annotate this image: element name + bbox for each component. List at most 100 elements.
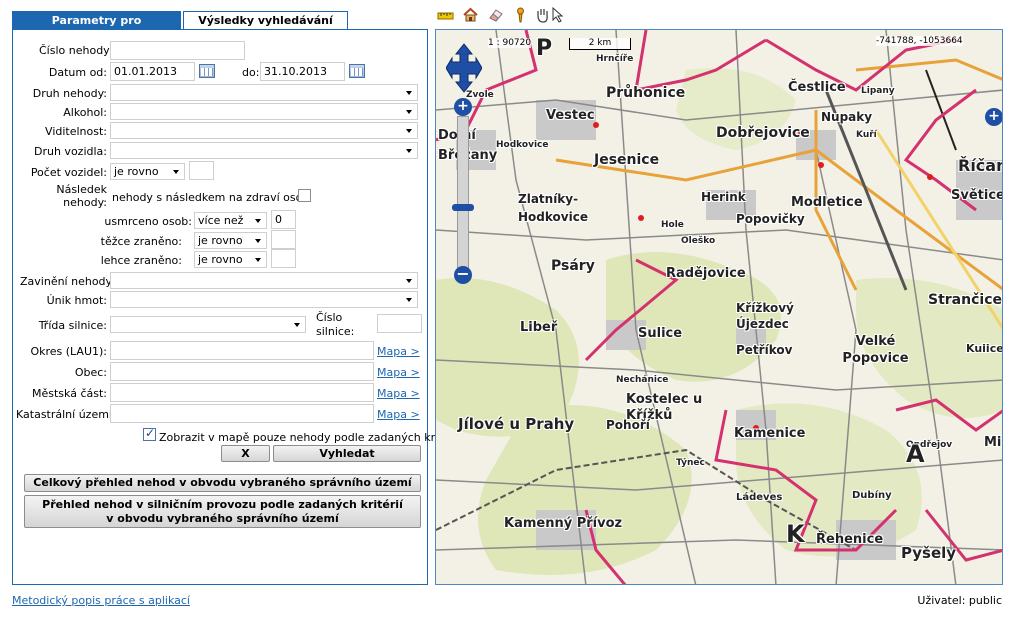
pocet-vozidel-select[interactable]: je rovno (110, 163, 185, 180)
map-place-petrikov: Petříkov (736, 343, 793, 357)
zobrazit-checkbox[interactable] (143, 426, 156, 441)
pocet-vozidel-input[interactable] (189, 161, 214, 180)
katastralni-label: Katastrální území: (16, 408, 116, 421)
overview-button[interactable]: Celkový přehled nehod v obvodu vybraného… (24, 474, 421, 492)
viditelnost-label: Viditelnost: (45, 125, 107, 138)
layer-switcher-icon[interactable]: + (985, 108, 1002, 126)
mestska-cast-label: Městská část: (32, 387, 107, 400)
zoom-out-icon[interactable]: − (454, 266, 472, 284)
nasledek-checkbox[interactable] (298, 189, 311, 202)
druh-nehody-select[interactable] (110, 84, 418, 101)
usmrceno-select[interactable]: více než (194, 212, 267, 229)
cislo-silnice-input[interactable] (377, 314, 422, 333)
pocet-vozidel-label: Počet vozidel: (30, 166, 107, 179)
tezce-count-input[interactable] (271, 230, 296, 249)
map-place-hole: Hole (661, 220, 684, 230)
mestska-cast-input[interactable] (110, 383, 374, 402)
obec-label: Obec: (74, 366, 107, 379)
katastralni-input[interactable] (110, 404, 374, 423)
map-place-krizkovy-ujezdec: Křížkový Újezdec (736, 301, 794, 331)
map-place-rehenice: Řehenice (816, 532, 884, 547)
viditelnost-select[interactable] (110, 122, 418, 139)
zoom-in-icon[interactable]: + (454, 98, 472, 116)
ruler-icon[interactable] (437, 6, 454, 23)
alkohol-select[interactable] (110, 103, 418, 120)
tezce-select[interactable]: je rovno (194, 232, 267, 249)
map-scale-ratio: 1 : 90720 (488, 38, 532, 48)
map-place-mi: Mi (984, 435, 1002, 450)
map-place-svetice: Světice (951, 188, 1003, 203)
lehce-count-input[interactable] (271, 249, 296, 268)
usmrceno-label: usmrceno osob: (104, 215, 192, 228)
nasledek-label-1: Následek (56, 183, 107, 196)
user-info: Uživatel: public (917, 594, 1002, 607)
okres-input[interactable] (110, 341, 374, 360)
alkohol-label: Alkohol: (63, 106, 107, 119)
datum-od-label: Datum od: (48, 66, 107, 79)
map-place-kamenice: Kamenice (734, 426, 806, 441)
home-icon[interactable] (462, 6, 479, 23)
datum-do-input[interactable]: 31.10.2013 (260, 62, 345, 81)
map-view[interactable]: Průhonice Čestlice Vestec Dobřejovice Nu… (435, 29, 1003, 585)
calendar-do-icon[interactable] (349, 64, 365, 78)
map-place-cestlice: Čestlice (788, 80, 846, 95)
map-place-pohori: Pohoří (606, 418, 650, 432)
trida-silnice-select[interactable] (110, 316, 306, 333)
lehce-label: lehce zraněno: (100, 254, 182, 267)
unik-hmot-label: Únik hmot: (46, 294, 107, 307)
clear-button[interactable]: X (221, 445, 270, 462)
map-place-kuri: Kuří (856, 130, 877, 140)
map-place-strancice: Strančice (928, 292, 1002, 308)
cislo-nehody-input[interactable] (110, 41, 245, 60)
map-pan-control[interactable] (446, 42, 482, 94)
katastralni-mapa-link[interactable]: Mapa > (377, 408, 420, 421)
overview-filtered-line1: Přehled nehod v silničním provozu podle … (42, 498, 403, 511)
druh-vozidla-select[interactable] (110, 142, 418, 159)
calendar-od-icon[interactable] (199, 64, 215, 78)
methodology-link[interactable]: Metodický popis práce s aplikací (12, 594, 190, 607)
tab-search-results[interactable]: Výsledky vyhledávání (183, 11, 348, 30)
zavineni-label: Zavinění nehody: (20, 275, 115, 288)
nasledek-label-2: nehody: (63, 196, 107, 209)
tab-search-params[interactable]: Parametry pro vyhledávání (12, 11, 181, 44)
lehce-select[interactable]: je rovno (194, 251, 267, 268)
map-place-kamenny-privoz: Kamenný Přívoz (504, 516, 623, 531)
datum-do-label: do: (242, 66, 260, 79)
usmrceno-count-input[interactable]: 0 (271, 210, 296, 229)
overview-filtered-button[interactable]: Přehled nehod v silničním provozu podle … (24, 495, 421, 528)
datum-od-input[interactable]: 01.01.2013 (110, 62, 195, 81)
map-place-zlatniky: Zlatníky-Hodkovice (518, 192, 588, 224)
eraser-icon[interactable] (487, 6, 504, 23)
map-place-jilove: Jílové u Prahy (458, 415, 575, 433)
search-button[interactable]: Vyhledat (273, 445, 421, 462)
nasledek-checkbox-label: nehody s následkem na zdraví osob (112, 191, 310, 204)
map-place-hodkovice: Hodkovice (496, 140, 549, 150)
map-place-dobrejovice: Dobřejovice (716, 125, 810, 141)
map-place-popovicky: Popovičky (736, 212, 805, 226)
map-letter-a: A (906, 440, 925, 468)
map-place-lipany: Lipany (861, 86, 895, 96)
druh-vozidla-label: Druh vozidla: (34, 145, 107, 158)
map-place-nechanice: Nechánice (616, 375, 669, 385)
zoom-slider[interactable] (457, 116, 469, 274)
zoom-slider-handle[interactable] (452, 204, 474, 211)
map-place-olesko: Oleško (681, 236, 716, 246)
map-place-pruhonice: Průhonice (606, 85, 686, 101)
info-pin-icon[interactable] (512, 6, 529, 23)
select-arrow-icon[interactable] (549, 6, 566, 23)
map-place-jesenice: Jesenice (594, 152, 660, 168)
zavineni-select[interactable] (110, 272, 418, 289)
map-place-psary: Psáry (551, 258, 595, 274)
mestska-cast-mapa-link[interactable]: Mapa > (377, 387, 420, 400)
map-place-tynec: Týnec (676, 458, 705, 468)
obec-mapa-link[interactable]: Mapa > (377, 366, 420, 379)
druh-nehody-label: Druh nehody: (32, 87, 107, 100)
obec-input[interactable] (110, 362, 374, 381)
map-place-sulice: Sulice (638, 326, 683, 341)
unik-hmot-select[interactable] (110, 291, 418, 308)
map-place-radejovice: Radějovice (666, 266, 746, 281)
trida-silnice-label: Třída silnice: (38, 319, 107, 332)
map-place-herink: Herink (701, 190, 746, 204)
okres-mapa-link[interactable]: Mapa > (377, 345, 420, 358)
map-place-modletice: Modletice (791, 195, 863, 210)
